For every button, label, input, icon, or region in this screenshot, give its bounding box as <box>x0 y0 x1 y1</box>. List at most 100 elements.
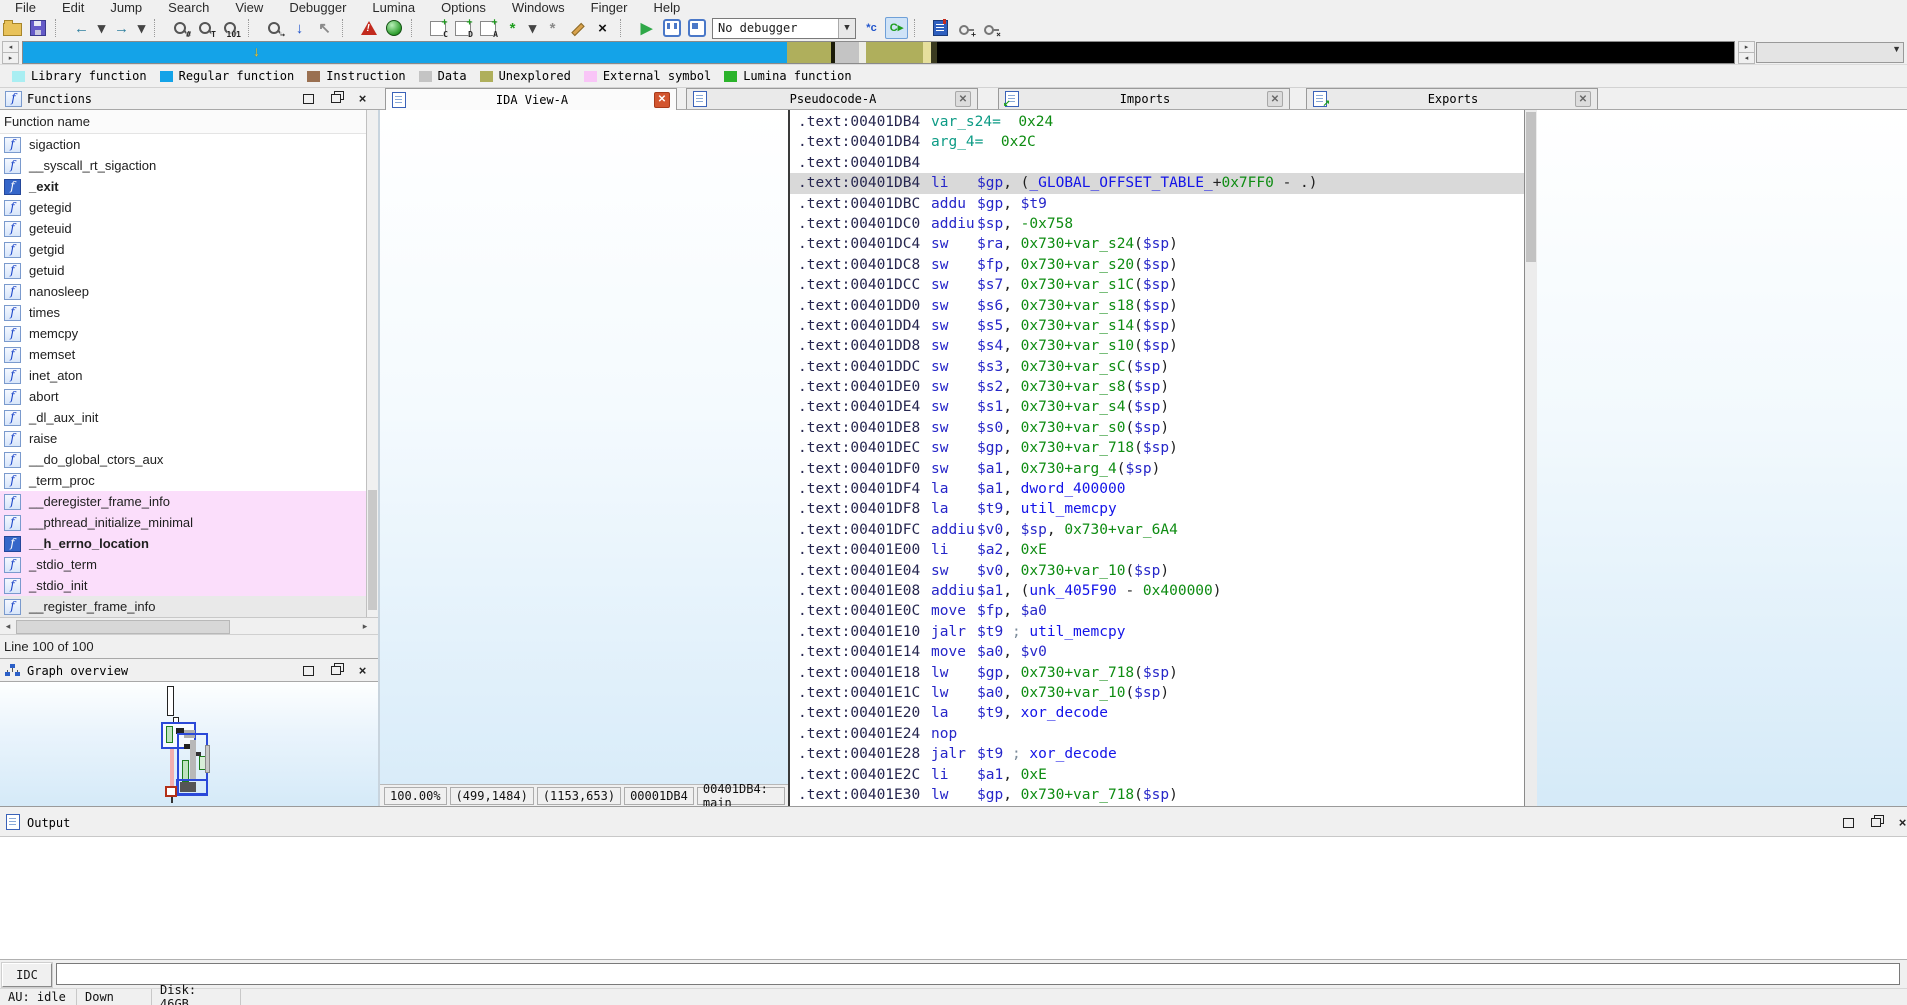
navigation-band[interactable]: ↓ <box>22 41 1735 64</box>
output-close-button[interactable]: × <box>1894 815 1907 830</box>
function-row[interactable]: f_dl_aux_init <box>0 407 366 428</box>
function-row[interactable]: fraise <box>0 428 366 449</box>
disasm-line[interactable]: .text:00401DECsw$gp, 0x730+var_718($sp) <box>790 438 1524 458</box>
menu-jump[interactable]: Jump <box>97 0 155 16</box>
step-into-icon[interactable]: *c <box>860 17 883 39</box>
function-row[interactable]: f__h_errno_location <box>0 533 366 554</box>
disasm-line[interactable]: .text:00401DD0sw$s6, 0x730+var_s18($sp) <box>790 296 1524 316</box>
function-row[interactable]: f_term_proc <box>0 470 366 491</box>
disasm-line[interactable]: .text:00401DC0addiu$sp, -0x758 <box>790 214 1524 234</box>
navband-right-down-button[interactable]: ◂ <box>1738 52 1755 64</box>
disassembly-view[interactable]: .text:00401DB4var_s24= 0x24 .text:00401DB… <box>788 110 1537 806</box>
menu-search[interactable]: Search <box>155 0 222 16</box>
output-restore-button[interactable] <box>1840 815 1857 830</box>
chevron-down-icon[interactable]: ▼ <box>838 19 855 38</box>
disasm-line[interactable]: .text:00401DF0sw$a1, 0x730+arg_4($sp) <box>790 459 1524 479</box>
debugger-selector[interactable]: No debugger▼ <box>712 18 856 39</box>
disasm-line[interactable]: .text:00401DE0sw$s2, 0x730+var_s8($sp) <box>790 377 1524 397</box>
output-log-area[interactable] <box>0 836 1907 960</box>
debug-stop-icon[interactable] <box>685 17 708 39</box>
debug-run-icon[interactable]: ▶ <box>635 17 658 39</box>
navband-segment[interactable] <box>866 42 923 63</box>
disasm-line[interactable]: .text:00401DB4 <box>790 153 1524 173</box>
undefine-icon[interactable]: × <box>591 17 614 39</box>
disasm-line[interactable]: .text:00401DB4var_s24= 0x24 <box>790 112 1524 132</box>
function-row[interactable]: fgetegid <box>0 197 366 218</box>
jump-xref-icon[interactable]: ↖ <box>313 17 336 39</box>
hscroll-left-arrow-icon[interactable]: ◂ <box>1 620 15 633</box>
function-row[interactable]: f__do_global_ctors_aux <box>0 449 366 470</box>
graph-overview-restore-button[interactable] <box>300 663 317 678</box>
function-row[interactable]: ftimes <box>0 302 366 323</box>
disasm-line[interactable]: .text:00401E08addiu$a1, (unk_405F90 - 0x… <box>790 581 1524 601</box>
disasm-line[interactable]: .text:00401DD8sw$s4, 0x730+var_s10($sp) <box>790 336 1524 356</box>
edit-function-icon[interactable]: * <box>541 17 564 39</box>
lumina-icon[interactable] <box>382 17 405 39</box>
disasm-line[interactable]: .text:00401E10jalr$t9 ; util_memcpy <box>790 622 1524 642</box>
search-name-icon[interactable]: # <box>169 17 192 39</box>
disassembly-listing[interactable]: .text:00401DB4var_s24= 0x24 .text:00401DB… <box>790 112 1524 805</box>
disasm-line[interactable]: .text:00401E28jalr$t9 ; xor_decode <box>790 744 1524 764</box>
function-row[interactable]: fabort <box>0 386 366 407</box>
command-line-input[interactable] <box>56 963 1900 985</box>
function-row[interactable]: fgeteuid <box>0 218 366 239</box>
graph-overview-close-button[interactable]: × <box>354 663 371 678</box>
disassembly-vertical-scrollbar[interactable] <box>1524 110 1537 806</box>
navband-segment[interactable] <box>787 42 831 63</box>
hscroll-right-arrow-icon[interactable]: ▸ <box>358 620 372 633</box>
function-row[interactable]: f__syscall_rt_sigaction <box>0 155 366 176</box>
output-float-button[interactable] <box>1867 815 1884 830</box>
functions-close-button[interactable]: × <box>354 91 371 106</box>
debug-pause-icon[interactable] <box>660 17 683 39</box>
menu-lumina[interactable]: Lumina <box>359 0 428 16</box>
search-binary-icon[interactable]: 101 <box>219 17 242 39</box>
functions-vertical-scrollbar[interactable] <box>366 110 378 617</box>
tab-imports[interactable]: Imports✕ <box>998 88 1290 109</box>
function-row[interactable]: f_stdio_term <box>0 554 366 575</box>
forward-icon[interactable]: → <box>110 17 133 39</box>
make-code-icon[interactable]: C <box>426 17 449 39</box>
disasm-line[interactable]: .text:00401DF4la$a1, dword_400000 <box>790 479 1524 499</box>
navband-segment[interactable] <box>923 42 931 63</box>
disasm-line[interactable]: .text:00401DC4sw$ra, 0x730+var_s24($sp) <box>790 234 1524 254</box>
disasm-line[interactable]: .text:00401DE4sw$s1, 0x730+var_s4($sp) <box>790 397 1524 417</box>
function-row[interactable]: finet_aton <box>0 365 366 386</box>
disasm-line[interactable]: .text:00401E30lw$gp, 0x730+var_718($sp) <box>790 785 1524 805</box>
graph-overview-float-button[interactable] <box>327 663 344 678</box>
function-row[interactable]: fgetuid <box>0 260 366 281</box>
function-row[interactable]: fgetgid <box>0 239 366 260</box>
functions-restore-button[interactable] <box>300 91 317 106</box>
function-row[interactable]: fmemset <box>0 344 366 365</box>
disasm-line[interactable]: .text:00401E18lw$gp, 0x730+var_718($sp) <box>790 663 1524 683</box>
functions-vscroll-thumb[interactable] <box>368 490 377 610</box>
disasm-line[interactable]: .text:00401DDCsw$s3, 0x730+var_sC($sp) <box>790 357 1524 377</box>
search-text-icon[interactable]: T <box>194 17 217 39</box>
functions-horizontal-scrollbar[interactable]: ◂ ▸ <box>0 617 378 634</box>
navband-segment[interactable] <box>937 42 1732 63</box>
disasm-line[interactable]: .text:00401DBCaddu$gp, $t9 <box>790 194 1524 214</box>
functions-hscroll-thumb[interactable] <box>16 620 230 634</box>
function-name-column-header[interactable]: Function name <box>0 110 366 134</box>
function-row[interactable]: fnanosleep <box>0 281 366 302</box>
navband-segment[interactable] <box>859 42 866 63</box>
disasm-line[interactable]: .text:00401E0Cmove$fp, $a0 <box>790 601 1524 621</box>
tab-pseudocode-a[interactable]: Pseudocode-A✕ <box>686 88 978 109</box>
function-row[interactable]: fsigaction <box>0 134 366 155</box>
disassembly-vscroll-thumb[interactable] <box>1526 112 1536 262</box>
open-file-icon[interactable] <box>1 17 24 39</box>
search-next-icon[interactable]: → <box>263 17 286 39</box>
tab-close-icon[interactable]: ✕ <box>1575 91 1591 107</box>
menu-view[interactable]: View <box>222 0 276 16</box>
remove-key-icon[interactable]: × <box>979 17 1002 39</box>
navband-left-down-button[interactable]: ▸ <box>2 52 19 64</box>
tab-close-icon[interactable]: ✕ <box>955 91 971 107</box>
menu-options[interactable]: Options <box>428 0 499 16</box>
disasm-line[interactable]: .text:00401DC8sw$fp, 0x730+var_s20($sp) <box>790 255 1524 275</box>
make-array-icon[interactable]: A <box>476 17 499 39</box>
ida-view-a-canvas[interactable] <box>380 110 788 784</box>
function-row[interactable]: fmemcpy <box>0 323 366 344</box>
add-function-dropdown[interactable]: ▾ <box>526 17 539 39</box>
menu-debugger[interactable]: Debugger <box>276 0 359 16</box>
menu-edit[interactable]: Edit <box>49 0 97 16</box>
menu-file[interactable]: File <box>2 0 49 16</box>
